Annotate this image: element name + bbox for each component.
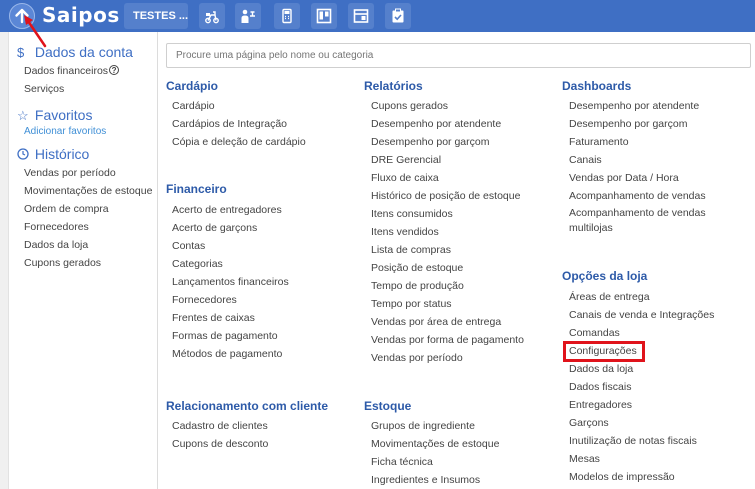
menu-link[interactable]: Vendas por forma de pagamento — [371, 334, 524, 346]
pos-button[interactable] — [274, 3, 300, 29]
menu-link[interactable]: Dados da loja — [569, 363, 633, 375]
history-item[interactable]: Dados da loja — [24, 239, 88, 251]
clock-icon — [17, 147, 31, 162]
account-section-title[interactable]: $ Dados da conta — [17, 44, 133, 60]
menu-link[interactable]: Vendas por área de entrega — [371, 316, 501, 328]
dashboard-button[interactable] — [348, 3, 374, 29]
category-title-cardapio: Cardápio — [166, 79, 219, 93]
menu-link[interactable]: Grupos de ingrediente — [371, 420, 475, 432]
store-selector-button[interactable]: TESTES ... — [124, 3, 188, 29]
menu-link[interactable]: DRE Gerencial — [371, 154, 441, 166]
kanban-icon — [316, 8, 332, 24]
menu-link[interactable]: Formas de pagamento — [172, 330, 278, 342]
menu-link[interactable]: Áreas de entrega — [569, 291, 650, 303]
menu-link[interactable]: Ingredientes e Insumos — [371, 474, 480, 486]
history-item[interactable]: Vendas por período — [24, 167, 116, 179]
kanban-button[interactable] — [311, 3, 337, 29]
menu-link[interactable]: Canais de venda e Integrações — [569, 309, 714, 321]
checklist-icon — [392, 8, 404, 23]
category-title-financeiro: Financeiro — [166, 182, 227, 196]
menu-link[interactable]: Ficha técnica — [371, 456, 433, 468]
menu-link[interactable]: Comandas — [569, 327, 620, 339]
menu-link[interactable]: Categorias — [172, 258, 223, 270]
menu-link[interactable]: Frentes de caixas — [172, 312, 255, 324]
menu-link[interactable]: Métodos de pagamento — [172, 348, 282, 360]
menu-link[interactable]: Tempo por status — [371, 298, 452, 310]
menu-link[interactable]: Modelos de impressão — [569, 471, 675, 483]
menu-link[interactable]: Vendas por período — [371, 352, 463, 364]
history-item[interactable]: Cupons gerados — [24, 257, 101, 269]
dashboard-icon — [353, 9, 369, 23]
menu-link[interactable]: Lançamentos financeiros — [172, 276, 289, 288]
menu-link[interactable]: Tempo de produção — [371, 280, 464, 292]
favorites-section-title[interactable]: ☆ Favoritos — [17, 107, 92, 124]
menu-link[interactable]: Posição de estoque — [371, 262, 463, 274]
menu-link[interactable]: Vendas por Data / Hora — [569, 172, 679, 184]
menu-link[interactable]: Acompanhamento de vendas multilojas — [569, 206, 729, 236]
history-item[interactable]: Ordem de compra — [24, 203, 109, 215]
menu-link[interactable]: Desempenho por atendente — [569, 100, 699, 112]
category-title-relatorios: Relatórios — [364, 79, 423, 93]
menu-link[interactable]: Entregadores — [569, 399, 632, 411]
menu-link[interactable]: Mesas — [569, 453, 600, 465]
top-bar: Saipos TESTES ... — [0, 0, 755, 32]
up-arrow-button[interactable] — [9, 3, 35, 29]
delivery-icon — [205, 11, 219, 24]
menu-link[interactable]: Acerto de garçons — [172, 222, 257, 234]
pos-icon — [282, 8, 292, 24]
menu-link[interactable]: Itens consumidos — [371, 208, 453, 220]
category-title-dashboards: Dashboards — [562, 79, 632, 93]
history-section-title[interactable]: Histórico — [17, 146, 89, 162]
checklist-button[interactable] — [385, 3, 411, 29]
menu-link[interactable]: Desempenho por atendente — [371, 118, 501, 130]
highlight-box — [563, 341, 645, 362]
menu-link[interactable]: Cadastro de clientes — [172, 420, 268, 432]
saipos-logo[interactable]: Saipos — [42, 3, 120, 27]
menu-link[interactable]: Cardápios de Integração — [172, 118, 287, 130]
menu-link[interactable]: Dados fiscais — [569, 381, 631, 393]
waiter-button[interactable] — [235, 3, 261, 29]
sidebar-item-services[interactable]: Serviços — [24, 83, 64, 95]
history-item[interactable]: Fornecedores — [24, 221, 89, 233]
menu-link[interactable]: Movimentações de estoque — [371, 438, 499, 450]
menu-link[interactable]: Fluxo de caixa — [371, 172, 439, 184]
menu-link[interactable]: Fornecedores — [172, 294, 237, 306]
help-icon[interactable]: ? — [109, 65, 120, 75]
menu-link[interactable]: Acompanhamento de vendas — [569, 190, 706, 202]
menu-link[interactable]: Lista de compras — [371, 244, 451, 256]
menu-link[interactable]: Desempenho por garçom — [371, 136, 489, 148]
menu-link[interactable]: Itens vendidos — [371, 226, 439, 238]
menu-link[interactable]: Cupons gerados — [371, 100, 448, 112]
menu-link[interactable]: Garçons — [569, 417, 609, 429]
menu-link[interactable]: Cupons de desconto — [172, 438, 268, 450]
waiter-icon — [241, 9, 255, 23]
page-search-input[interactable] — [166, 43, 751, 68]
menu-link[interactable]: Histórico de posição de estoque — [371, 190, 520, 202]
menu-link[interactable]: Canais — [569, 154, 602, 166]
menu-link[interactable]: Contas — [172, 240, 205, 252]
delivery-button[interactable] — [199, 3, 225, 29]
category-title-opcoes: Opções da loja — [562, 269, 648, 283]
history-item[interactable]: Movimentações de estoque — [24, 185, 152, 197]
category-title-estoque: Estoque — [364, 399, 412, 413]
sidebar-item-financial-data[interactable]: Dados financeiros? — [24, 65, 120, 77]
star-icon: ☆ — [17, 108, 29, 123]
menu-link[interactable]: Cópia e deleção de cardápio — [172, 136, 306, 148]
add-favorites-link[interactable]: Adicionar favoritos — [24, 126, 106, 137]
up-arrow-icon — [15, 8, 29, 24]
category-title-relacionamento: Relacionamento com cliente — [166, 399, 329, 413]
menu-link[interactable]: Cardápio — [172, 100, 215, 112]
dollar-icon: $ — [17, 45, 25, 60]
menu-link[interactable]: Acerto de entregadores — [172, 204, 282, 216]
menu-link[interactable]: Inutilização de notas fiscais — [569, 435, 697, 447]
menu-link[interactable]: Faturamento — [569, 136, 629, 148]
sidebar-strip — [0, 32, 9, 489]
menu-link[interactable]: Desempenho por garçom — [569, 118, 687, 130]
